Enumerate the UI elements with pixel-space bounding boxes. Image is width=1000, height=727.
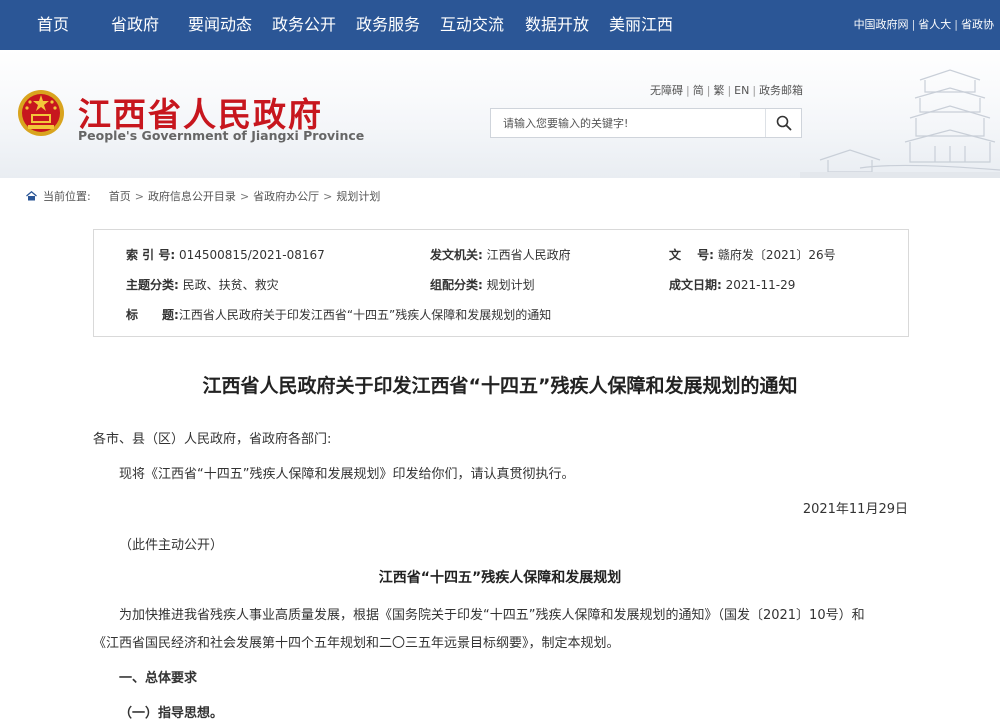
nav-government-affairs-disclosure[interactable]: 政务公开 (272, 0, 336, 50)
breadcrumb-home[interactable]: 首页 (109, 190, 131, 203)
link-english[interactable]: EN (734, 84, 749, 97)
document-metadata-box: 索 引 号: 014500815/2021-08167 发文机关: 江西省人民政… (93, 229, 909, 337)
search-icon (776, 115, 792, 131)
top-navigation-bar: 首页 省政府 要闻动态 政务公开 政务服务 互动交流 数据开放 美丽江西 中国政… (0, 0, 1000, 50)
meta-index: 索 引 号: 014500815/2021-08167 (126, 248, 325, 262)
public-note: （此件主动公开） (119, 538, 224, 553)
nav-home[interactable]: 首页 (37, 0, 69, 50)
meta-title: 标 题:江西省人民政府关于印发江西省“十四五”残疾人保障和发展规划的通知 (126, 308, 552, 322)
plan-title: 江西省“十四五”残疾人保障和发展规划 (378, 570, 622, 586)
national-emblem-logo (18, 90, 64, 136)
link-china-gov[interactable]: 中国政府网 (854, 18, 909, 31)
body-paragraph-line: 《江西省国民经济和社会发展第十四个五年规划和二〇三五年远景目标纲要》，制定本规划… (93, 636, 620, 651)
link-accessibility[interactable]: 无障碍 (650, 84, 683, 97)
meta-topic: 主题分类: 民政、扶贫、救灾 (126, 278, 279, 292)
body-paragraph-line: 为加快推进我省残疾人事业高质量发展，根据《国务院关于印发“十四五”残疾人保障和发… (119, 608, 865, 623)
breadcrumb-planning[interactable]: 规划计划 (336, 190, 380, 203)
section-heading: 一、总体要求 (119, 671, 198, 686)
body-paragraph: 现将《江西省“十四五”残疾人保障和发展规划》印发给你们，请认真贯彻执行。 (119, 467, 575, 482)
search-box (490, 108, 802, 138)
meta-doc-number: 文 号: 赣府发〔2021〕26号 (669, 248, 836, 262)
article-title: 江西省人民政府关于印发江西省“十四五”残疾人保障和发展规划的通知 (202, 375, 798, 397)
salutation: 各市、县（区）人民政府，省政府各部门: (93, 432, 332, 447)
link-traditional[interactable]: 繁 (713, 84, 724, 97)
link-provincial-cppcc[interactable]: 省政协 (961, 18, 994, 31)
issue-date: 2021年11月29日 (802, 502, 908, 517)
site-subtitle: People's Government of Jiangxi Province (78, 128, 365, 143)
external-links: 中国政府网 | 省人大 | 省政协 (853, 18, 994, 31)
nav-beautiful-jiangxi[interactable]: 美丽江西 (609, 0, 673, 50)
breadcrumb-office[interactable]: 省政府办公厅 (253, 190, 319, 203)
link-provincial-congress[interactable]: 省人大 (918, 18, 951, 31)
pavilion-illustration (800, 69, 1000, 178)
nav-open-data[interactable]: 数据开放 (525, 0, 589, 50)
nav-government-services[interactable]: 政务服务 (356, 0, 420, 50)
nav-provincial-government[interactable]: 省政府 (111, 0, 159, 50)
link-gov-mail[interactable]: 政务邮箱 (759, 84, 803, 97)
link-simplified[interactable]: 简 (693, 84, 704, 97)
search-input[interactable] (491, 109, 763, 137)
meta-date: 成文日期: 2021-11-29 (669, 278, 796, 292)
nav-interaction[interactable]: 互动交流 (440, 0, 504, 50)
nav-news[interactable]: 要闻动态 (188, 0, 252, 50)
meta-issuer: 发文机关: 江西省人民政府 (430, 248, 571, 262)
meta-category: 组配分类: 规划计划 (430, 278, 535, 292)
breadcrumb-catalog[interactable]: 政府信息公开目录 (148, 190, 236, 203)
home-icon (26, 191, 37, 201)
site-header: 江西省人民政府 People's Government of Jiangxi P… (0, 50, 1000, 178)
subsection-heading: （一）指导思想。 (119, 706, 224, 721)
breadcrumb-label: 当前位置: (43, 190, 91, 203)
search-button[interactable] (765, 109, 801, 137)
utility-links: 无障碍 | 简 | 繁 | EN | 政务邮箱 (650, 84, 804, 97)
breadcrumb: 当前位置: 首页 > 政府信息公开目录 > 省政府办公厅 > 规划计划 (26, 188, 380, 204)
